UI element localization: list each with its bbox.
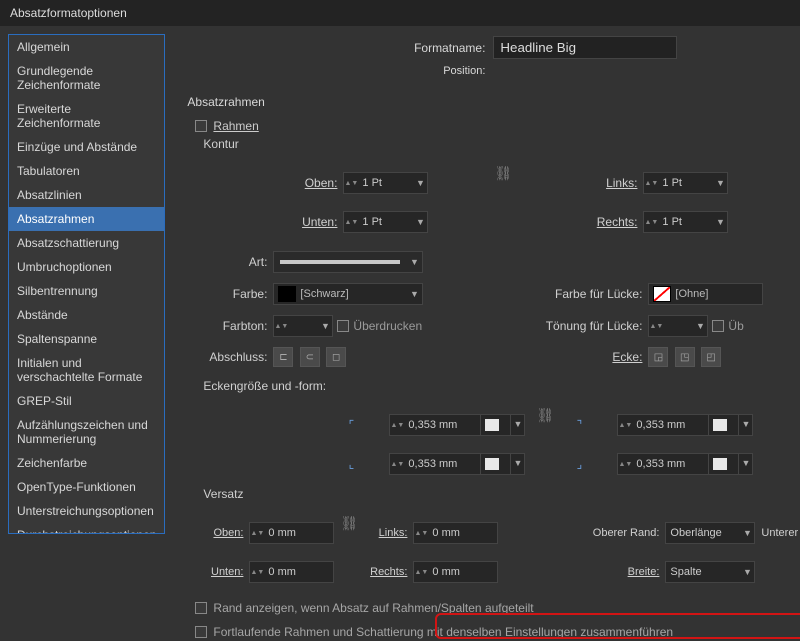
ueb-label: Üb — [728, 319, 743, 333]
ecke-label: Ecke: — [533, 350, 648, 364]
highlight-annotation — [435, 613, 800, 639]
cap-square-button[interactable]: ◻ — [326, 347, 346, 367]
sidebar-item-abstaende[interactable]: Abstände — [9, 303, 164, 327]
sidebar-item-zeichenfarbe[interactable]: Zeichenfarbe — [9, 451, 164, 475]
links-label: Links: — [523, 176, 643, 190]
formatname-input[interactable] — [493, 36, 677, 59]
section-title: Absatzrahmen — [187, 95, 800, 109]
rechts-label: Rechts: — [523, 215, 643, 229]
farbe-select[interactable]: [Schwarz]▼ — [273, 283, 423, 305]
ueberdrucken-label: Überdrucken — [353, 319, 422, 333]
corner-tl-stepper[interactable]: ▲▼0,353 mm▼ — [389, 414, 529, 436]
versatz-title: Versatz — [203, 487, 800, 501]
corner-bl-stepper[interactable]: ▲▼0,353 mm▼ — [389, 453, 529, 475]
formatname-label: Formatname: — [185, 41, 485, 55]
farbton-label: Farbton: — [203, 319, 273, 333]
sidebar-item-einzuege[interactable]: Einzüge und Abstände — [9, 135, 164, 159]
sidebar: Allgemein Grundlegende Zeichenformate Er… — [8, 34, 165, 633]
join-bevel-button[interactable]: ◰ — [701, 347, 721, 367]
v-oben-label: Oben: — [203, 527, 249, 539]
sidebar-item-opentype[interactable]: OpenType-Funktionen — [9, 475, 164, 499]
link-icon[interactable]: ⛓ — [493, 165, 513, 201]
rahmen-checkbox[interactable] — [195, 120, 207, 132]
ueberdrucken-checkbox[interactable] — [337, 320, 349, 332]
cap-butt-button[interactable]: ⊏ — [273, 347, 293, 367]
links-stepper[interactable]: ▲▼1 Pt▼ — [643, 172, 728, 194]
v-rechts-label: Rechts: — [367, 566, 413, 578]
sidebar-item-aufzaehlung[interactable]: Aufzählungszeichen und Nummerierung — [9, 413, 164, 451]
oberer-rand-label: Oberer Rand: — [573, 527, 665, 539]
v-links-label: Links: — [367, 527, 413, 539]
kontur-title: Kontur — [203, 137, 800, 151]
breite-select[interactable]: Spalte▼ — [665, 561, 755, 583]
sidebar-item-erweiterte[interactable]: Erweiterte Zeichenformate — [9, 97, 164, 135]
sidebar-item-absatzrahmen[interactable]: Absatzrahmen — [9, 207, 164, 231]
fortlaufend-checkbox[interactable] — [195, 626, 207, 638]
unten-stepper[interactable]: ▲▼1 Pt▼ — [343, 211, 428, 233]
v-link-icon[interactable]: ⛓ — [339, 515, 359, 551]
ueb-checkbox[interactable] — [712, 320, 724, 332]
sidebar-item-unterstreichung[interactable]: Unterstreichungsoptionen — [9, 499, 164, 523]
art-select[interactable]: ▼ — [273, 251, 423, 273]
breite-label: Breite: — [573, 566, 665, 578]
sidebar-item-absatzschattierung[interactable]: Absatzschattierung — [9, 231, 164, 255]
corner-tr-stepper[interactable]: ▲▼0,353 mm▼ — [617, 414, 757, 436]
abschluss-label: Abschluss: — [203, 350, 273, 364]
v-unten-label: Unten: — [203, 566, 249, 578]
corner-link-icon[interactable]: ⛓ — [535, 407, 555, 443]
join-miter-button[interactable]: ◲ — [648, 347, 668, 367]
sidebar-item-silbentrennung[interactable]: Silbentrennung — [9, 279, 164, 303]
sidebar-item-umbruch[interactable]: Umbruchoptionen — [9, 255, 164, 279]
farbe-label: Farbe: — [203, 287, 273, 301]
rechts-stepper[interactable]: ▲▼1 Pt▼ — [643, 211, 728, 233]
corner-br-icon: ⌟ — [571, 456, 587, 472]
v-links-stepper[interactable]: ▲▼0 mm — [413, 522, 498, 544]
farbton-stepper[interactable]: ▲▼▼ — [273, 315, 333, 337]
position-label: Position: — [185, 65, 485, 77]
sidebar-item-grep[interactable]: GREP-Stil — [9, 389, 164, 413]
unterer-rand-label: Unterer Ra — [755, 527, 800, 539]
sidebar-item-allgemein[interactable]: Allgemein — [9, 35, 164, 59]
oberer-rand-select[interactable]: Oberlänge▼ — [665, 522, 755, 544]
corner-br-stepper[interactable]: ▲▼0,353 mm▼ — [617, 453, 757, 475]
sidebar-item-durchstreichung[interactable]: Durchstreichungsoptionen — [9, 523, 164, 534]
farbe-luecke-label: Farbe für Lücke: — [533, 287, 648, 301]
rand-anzeigen-checkbox[interactable] — [195, 602, 207, 614]
window-title: Absatzformatoptionen — [0, 0, 800, 26]
v-rechts-stepper[interactable]: ▲▼0 mm — [413, 561, 498, 583]
unten-label: Unten: — [203, 215, 343, 229]
join-round-button[interactable]: ◳ — [675, 347, 695, 367]
sidebar-item-spaltenspanne[interactable]: Spaltenspanne — [9, 327, 164, 351]
farbe-luecke-select[interactable]: [Ohne] — [648, 283, 763, 305]
corner-bl-icon: ⌞ — [343, 456, 359, 472]
sidebar-item-initialen[interactable]: Initialen und verschachtelte Formate — [9, 351, 164, 389]
ecken-title: Eckengröße und -form: — [203, 379, 800, 393]
rahmen-label: Rahmen — [213, 119, 258, 133]
oben-label: Oben: — [203, 176, 343, 190]
corner-tr-icon: ⌝ — [571, 417, 587, 433]
cap-round-button[interactable]: ⊂ — [300, 347, 320, 367]
oben-stepper[interactable]: ▲▼1 Pt▼ — [343, 172, 428, 194]
sidebar-item-absatzlinien[interactable]: Absatzlinien — [9, 183, 164, 207]
sidebar-item-grundlegende[interactable]: Grundlegende Zeichenformate — [9, 59, 164, 97]
corner-tl-icon: ⌜ — [343, 417, 359, 433]
toenung-label: Tönung für Lücke: — [533, 319, 648, 333]
v-unten-stepper[interactable]: ▲▼0 mm — [249, 561, 334, 583]
toenung-stepper[interactable]: ▲▼▼ — [648, 315, 708, 337]
sidebar-item-tabulatoren[interactable]: Tabulatoren — [9, 159, 164, 183]
art-label: Art: — [203, 255, 273, 269]
v-oben-stepper[interactable]: ▲▼0 mm — [249, 522, 334, 544]
main-panel: Formatname: Position: Absatzrahmen Rahme… — [165, 26, 800, 641]
